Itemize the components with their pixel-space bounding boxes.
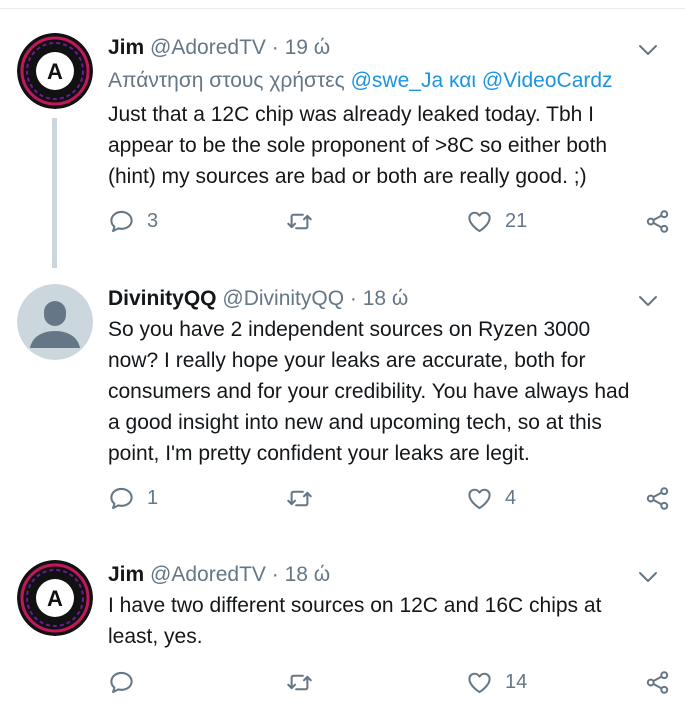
avatar[interactable] bbox=[17, 284, 93, 360]
share-button[interactable] bbox=[644, 668, 671, 696]
reply-icon bbox=[110, 210, 133, 232]
avatar[interactable]: A bbox=[17, 33, 93, 109]
chevron-down-icon[interactable] bbox=[637, 39, 659, 61]
separator: · bbox=[271, 563, 279, 586]
reply-prefix: Απάντηση στους χρήστες bbox=[108, 69, 345, 92]
tweet-header: Jim @AdoredTV · 18 ώ bbox=[108, 562, 673, 588]
adoredtv-logo-icon: A bbox=[17, 560, 93, 636]
share-icon bbox=[646, 670, 669, 694]
like-button[interactable]: 14 bbox=[466, 668, 527, 696]
like-count: 4 bbox=[505, 486, 517, 509]
heart-icon bbox=[468, 211, 491, 232]
reply-icon bbox=[110, 487, 133, 509]
like-count: 21 bbox=[505, 209, 528, 232]
tweet-header: Jim @AdoredTV · 19 ώ bbox=[108, 35, 673, 61]
tweet-actions: 1 4 bbox=[108, 484, 678, 512]
timestamp[interactable]: 18 ώ bbox=[363, 287, 409, 310]
handle[interactable]: @AdoredTV bbox=[150, 563, 266, 586]
reply-count: 3 bbox=[147, 209, 159, 232]
display-name[interactable]: Jim bbox=[108, 563, 144, 586]
tweet[interactable]: A Jim @AdoredTV · 18 ώ I have two differ… bbox=[0, 560, 685, 720]
handle[interactable]: @DivinityQQ bbox=[222, 287, 344, 310]
share-icon bbox=[646, 486, 669, 510]
reply-button[interactable] bbox=[108, 668, 147, 696]
like-count: 14 bbox=[505, 670, 528, 693]
chevron-down-icon[interactable] bbox=[637, 290, 659, 312]
separator: · bbox=[349, 287, 357, 310]
retweet-icon bbox=[287, 674, 312, 690]
reply-and: και bbox=[448, 69, 477, 92]
display-name[interactable]: Jim bbox=[108, 36, 144, 59]
timestamp[interactable]: 19 ώ bbox=[285, 36, 331, 59]
tweet-text: I have two different sources on 12C and … bbox=[108, 594, 602, 648]
tweet-text: Just that a 12C chip was already leaked … bbox=[108, 103, 608, 188]
share-icon bbox=[646, 209, 669, 233]
retweet-icon bbox=[287, 490, 312, 506]
retweet-icon bbox=[287, 213, 312, 229]
adoredtv-logo-icon: A bbox=[17, 33, 93, 109]
share-button[interactable] bbox=[644, 484, 671, 512]
default-profile-icon bbox=[17, 284, 93, 360]
tweet[interactable]: A Jim @AdoredTV · 19 ώ Απάντηση στους χρ… bbox=[0, 33, 685, 263]
handle[interactable]: @AdoredTV bbox=[150, 36, 266, 59]
reply-icon bbox=[110, 671, 133, 693]
retweet-button[interactable] bbox=[286, 484, 325, 512]
tweet-actions: 14 bbox=[108, 668, 678, 696]
svg-text:A: A bbox=[47, 586, 63, 611]
timestamp[interactable]: 18 ώ bbox=[285, 563, 331, 586]
tweet-text: So you have 2 independent sources on Ryz… bbox=[108, 318, 630, 465]
tweet-header: DivinityQQ @DivinityQQ · 18 ώ bbox=[108, 286, 673, 312]
reply-count: 1 bbox=[147, 486, 159, 509]
top-divider bbox=[0, 8, 685, 9]
reply-context: Απάντηση στους χρήστες @swe_Ja και @Vide… bbox=[108, 67, 673, 95]
reply-button[interactable]: 1 bbox=[108, 484, 158, 512]
chevron-down-icon[interactable] bbox=[637, 566, 659, 588]
avatar[interactable]: A bbox=[17, 560, 93, 636]
heart-icon bbox=[468, 488, 491, 509]
heart-icon bbox=[468, 672, 491, 693]
retweet-button[interactable] bbox=[286, 207, 325, 235]
separator: · bbox=[271, 36, 279, 59]
tweet-actions: 3 21 bbox=[108, 207, 678, 235]
share-button[interactable] bbox=[644, 207, 671, 235]
tweet[interactable]: DivinityQQ @DivinityQQ · 18 ώ So you hav… bbox=[0, 284, 685, 534]
svg-text:A: A bbox=[47, 59, 63, 84]
mention-link[interactable]: @swe_Ja bbox=[351, 69, 444, 92]
display-name[interactable]: DivinityQQ bbox=[108, 287, 217, 310]
reply-button[interactable]: 3 bbox=[108, 207, 158, 235]
retweet-button[interactable] bbox=[286, 668, 325, 696]
like-button[interactable]: 4 bbox=[466, 484, 516, 512]
like-button[interactable]: 21 bbox=[466, 207, 527, 235]
mention-link[interactable]: @VideoCardz bbox=[482, 69, 613, 92]
